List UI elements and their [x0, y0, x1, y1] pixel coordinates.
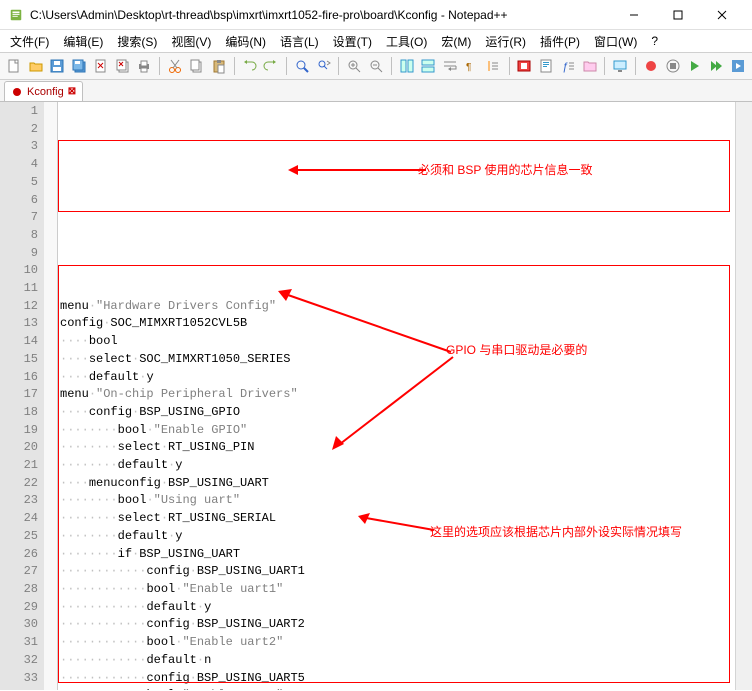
menu-help[interactable]: ?: [645, 32, 664, 50]
record-icon[interactable]: [641, 55, 661, 77]
print-icon[interactable]: [135, 55, 155, 77]
code-line[interactable]: menu·"On-chip Peripheral Drivers": [60, 386, 735, 404]
save-macro-icon[interactable]: [728, 55, 748, 77]
save-all-icon[interactable]: [69, 55, 89, 77]
redo-icon[interactable]: [261, 55, 281, 77]
menu-view[interactable]: 视图(V): [165, 31, 217, 52]
separator: [391, 57, 392, 75]
fold-margin: [44, 102, 58, 690]
sync-v-icon[interactable]: [397, 55, 417, 77]
menu-language[interactable]: 语言(L): [274, 31, 325, 52]
svg-text:ƒ: ƒ: [562, 61, 568, 73]
close-button[interactable]: [700, 1, 744, 29]
maximize-button[interactable]: [656, 1, 700, 29]
code-line[interactable]: config·SOC_MIMXRT1052CVL5B: [60, 315, 735, 333]
play-icon[interactable]: [685, 55, 705, 77]
editor-area: 1234567891011121314151617181920212223242…: [0, 102, 752, 690]
code-line[interactable]: ············bool·"Enable uart1": [60, 581, 735, 599]
file-unsaved-icon: [11, 86, 23, 98]
replace-icon[interactable]: [314, 55, 334, 77]
monitor-icon[interactable]: [610, 55, 630, 77]
separator: [234, 57, 235, 75]
separator: [509, 57, 510, 75]
code-line[interactable]: ············bool·"Enable uart5": [60, 687, 735, 690]
undo-icon[interactable]: [239, 55, 259, 77]
zoom-out-icon[interactable]: [366, 55, 386, 77]
code-line[interactable]: menu·"Hardware Drivers Config": [60, 298, 735, 316]
close-all-icon[interactable]: [113, 55, 133, 77]
code-line[interactable]: ········select·RT_USING_SERIAL: [60, 510, 735, 528]
separator: [604, 57, 605, 75]
close-file-icon[interactable]: [91, 55, 111, 77]
wrap-icon[interactable]: [440, 55, 460, 77]
code-line[interactable]: ····bool: [60, 333, 735, 351]
menu-settings[interactable]: 设置(T): [327, 31, 378, 52]
separator: [286, 57, 287, 75]
tab-kconfig[interactable]: Kconfig ⊠: [4, 81, 83, 101]
code-line[interactable]: ············config·BSP_USING_UART2: [60, 616, 735, 634]
code-line[interactable]: ········if·BSP_USING_UART: [60, 546, 735, 564]
menu-run[interactable]: 运行(R): [479, 31, 532, 52]
menu-macro[interactable]: 宏(M): [435, 31, 477, 52]
folder-icon[interactable]: [580, 55, 600, 77]
open-file-icon[interactable]: [26, 55, 46, 77]
func-list-icon[interactable]: ƒ: [558, 55, 578, 77]
separator: [338, 57, 339, 75]
code-line[interactable]: ············default·n: [60, 652, 735, 670]
tab-bar: Kconfig ⊠: [0, 80, 752, 102]
indent-guide-icon[interactable]: [484, 55, 504, 77]
show-all-icon[interactable]: ¶: [462, 55, 482, 77]
paste-icon[interactable]: [209, 55, 229, 77]
code-line[interactable]: ············bool·"Enable uart2": [60, 634, 735, 652]
play-multi-icon[interactable]: [706, 55, 726, 77]
line-numbers: 1234567891011121314151617181920212223242…: [0, 102, 44, 690]
copy-icon[interactable]: [187, 55, 207, 77]
app-icon: [8, 7, 24, 23]
code-line[interactable]: ············default·y: [60, 599, 735, 617]
code-line[interactable]: ············config·BSP_USING_UART5: [60, 670, 735, 688]
menu-plugins[interactable]: 插件(P): [534, 31, 586, 52]
code-line[interactable]: ····menuconfig·BSP_USING_UART: [60, 475, 735, 493]
code-line[interactable]: ········bool·"Enable GPIO": [60, 422, 735, 440]
code-line[interactable]: ········default·y: [60, 528, 735, 546]
save-icon[interactable]: [48, 55, 68, 77]
menu-file[interactable]: 文件(F): [4, 31, 55, 52]
window-title: C:\Users\Admin\Desktop\rt-thread\bsp\imx…: [30, 8, 612, 22]
vertical-scrollbar[interactable]: [735, 102, 752, 690]
code-line[interactable]: ········select·RT_USING_PIN: [60, 439, 735, 457]
separator: [159, 57, 160, 75]
sync-h-icon[interactable]: [418, 55, 438, 77]
find-icon[interactable]: [292, 55, 312, 77]
menu-search[interactable]: 搜索(S): [111, 31, 163, 52]
menu-edit[interactable]: 编辑(E): [57, 31, 109, 52]
annotation-1: 必须和 BSP 使用的芯片信息一致: [418, 162, 592, 180]
annotation-box-1: [58, 140, 730, 212]
title-bar: C:\Users\Admin\Desktop\rt-thread\bsp\imx…: [0, 0, 752, 30]
new-file-icon[interactable]: [4, 55, 24, 77]
cut-icon[interactable]: [165, 55, 185, 77]
tab-label: Kconfig: [27, 86, 64, 98]
code-line[interactable]: ····default·y: [60, 369, 735, 387]
svg-text:¶: ¶: [466, 62, 471, 73]
menu-encoding[interactable]: 编码(N): [219, 31, 272, 52]
doc-map-icon[interactable]: [536, 55, 556, 77]
code-line[interactable]: ········bool·"Using uart": [60, 492, 735, 510]
tab-close-icon[interactable]: ⊠: [68, 87, 76, 97]
minimize-button[interactable]: [612, 1, 656, 29]
code-line[interactable]: ····select·SOC_MIMXRT1050_SERIES: [60, 351, 735, 369]
stop-icon[interactable]: [663, 55, 683, 77]
lang-icon[interactable]: [514, 55, 534, 77]
separator: [635, 57, 636, 75]
arrow-icon: [286, 162, 426, 182]
menu-window[interactable]: 窗口(W): [588, 31, 643, 52]
menu-tools[interactable]: 工具(O): [380, 31, 433, 52]
zoom-in-icon[interactable]: [344, 55, 364, 77]
code-area[interactable]: 必须和 BSP 使用的芯片信息一致 GPIO 与串口驱动是必要的 这里的选项应该…: [58, 102, 735, 690]
toolbar: ¶ ƒ: [0, 52, 752, 80]
code-line[interactable]: ····config·BSP_USING_GPIO: [60, 404, 735, 422]
code-line[interactable]: ········default·y: [60, 457, 735, 475]
code-line[interactable]: ············config·BSP_USING_UART1: [60, 563, 735, 581]
menu-bar: 文件(F) 编辑(E) 搜索(S) 视图(V) 编码(N) 语言(L) 设置(T…: [0, 30, 752, 52]
